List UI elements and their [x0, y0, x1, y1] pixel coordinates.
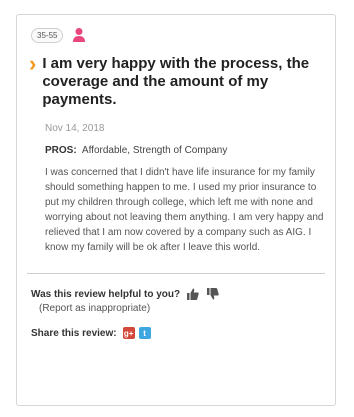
- thumbs-down-icon[interactable]: [206, 287, 220, 301]
- review-title-row: › I am very happy with the process, the …: [29, 51, 329, 109]
- female-person-icon: [73, 28, 86, 42]
- review-title: I am very happy with the process, the co…: [42, 55, 310, 108]
- pros-value: Affordable, Strength of Company: [81, 145, 228, 156]
- pros-label: PROS:: [45, 145, 77, 156]
- reviewer-info: 35-55: [31, 27, 87, 43]
- age-range-badge: 35-55: [31, 27, 64, 43]
- twitter-share-button[interactable]: t: [138, 327, 151, 339]
- review-date: Nov 14, 2018: [45, 123, 105, 134]
- helpful-row: Was this review helpful to you?: [31, 287, 220, 301]
- chevron-right-icon: ›: [29, 51, 37, 76]
- review-card: 35-55 › I am very happy with the process…: [16, 14, 336, 406]
- report-link[interactable]: (Report as inappropriate): [39, 303, 150, 314]
- share-label: Share this review:: [31, 327, 117, 339]
- divider: [27, 273, 325, 274]
- helpful-question: Was this review helpful to you?: [31, 288, 181, 300]
- review-pros: PROS: Affordable, Strength of Company: [45, 145, 227, 156]
- share-row: Share this review: g+ t: [31, 327, 151, 339]
- google-plus-share-button[interactable]: g+: [122, 327, 135, 339]
- thumbs-up-icon[interactable]: [186, 287, 200, 301]
- review-body: I was concerned that I didn't have life …: [45, 167, 324, 253]
